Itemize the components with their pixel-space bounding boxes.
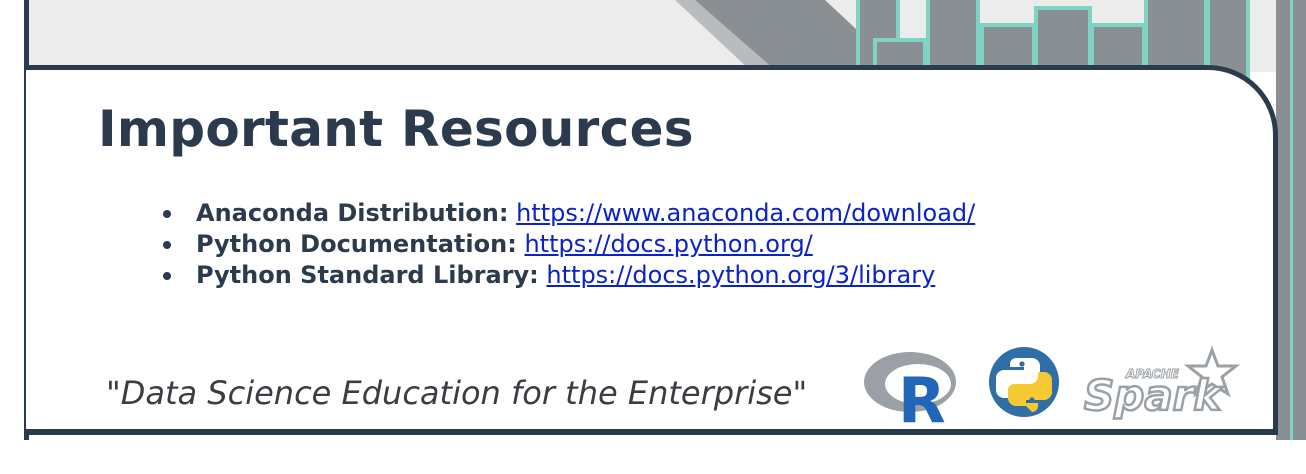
bullet-icon [163,241,171,249]
bullet-icon [163,272,171,280]
resource-list: Anaconda Distribution: https://www.anaco… [160,198,975,291]
svg-text:R: R [898,364,946,426]
list-item: Anaconda Distribution: https://www.anaco… [160,198,975,229]
python-logo-icon [989,347,1059,417]
list-item: Python Standard Library: https://docs.py… [160,260,975,291]
python-stdlib-link[interactable]: https://docs.python.org/3/library [546,261,935,289]
python-docs-link[interactable]: https://docs.python.org/ [524,230,812,258]
resource-label: Anaconda Distribution: [196,199,509,227]
bullet-icon [163,210,171,218]
r-logo-icon: R [864,352,956,426]
resource-label: Python Standard Library: [196,261,539,289]
page-title: Important Resources [98,100,694,158]
tagline: "Data Science Education for the Enterpri… [106,374,808,412]
apache-spark-logo-icon: APACHE Spark [1083,345,1240,420]
list-item: Python Documentation: https://docs.pytho… [160,229,975,260]
anaconda-link[interactable]: https://www.anaconda.com/download/ [516,199,975,227]
slide-canvas: Important Resources Anaconda Distributio… [0,0,1306,474]
spark-word-text: Spark [1084,371,1224,420]
resource-label: Python Documentation: [196,230,517,258]
